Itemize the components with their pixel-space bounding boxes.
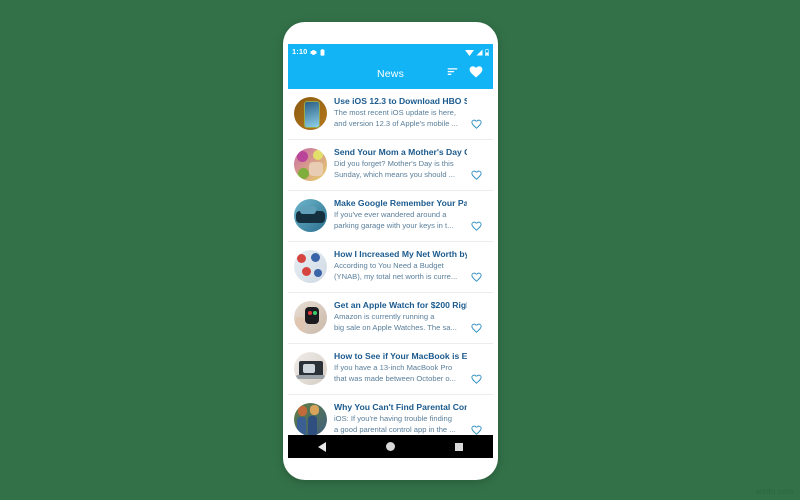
phone-frame: 1:10 News Use iOS 12.3 to Download HBO S… — [283, 22, 498, 480]
news-list-item[interactable]: Send Your Mom a Mother's Day Car... Did y… — [288, 140, 493, 191]
article-title: How to See if Your MacBook is Eligi... — [334, 351, 467, 361]
sort-filter-icon[interactable] — [446, 65, 459, 83]
article-text: Make Google Remember Your Park... If you'… — [334, 197, 467, 231]
article-text: Get an Apple Watch for $200 Right ... Ama… — [334, 299, 467, 333]
favorite-toggle-button[interactable] — [467, 248, 485, 290]
news-list[interactable]: Use iOS 12.3 to Download HBO Sho... The m… — [288, 89, 493, 458]
article-title: Use iOS 12.3 to Download HBO Sho... — [334, 96, 467, 106]
favorite-toggle-button[interactable] — [467, 146, 485, 188]
article-snippet-line-1: According to You Need a Budget — [334, 261, 444, 270]
article-thumbnail — [294, 199, 327, 232]
article-title: Why You Can't Find Parental Contro... — [334, 402, 467, 412]
article-text: Send Your Mom a Mother's Day Car... Did y… — [334, 146, 467, 180]
favorite-toggle-button[interactable] — [467, 95, 485, 137]
favorite-toggle-button[interactable] — [467, 350, 485, 392]
article-thumbnail — [294, 148, 327, 181]
status-bar: 1:10 — [288, 44, 493, 59]
nav-back-button[interactable] — [305, 435, 339, 458]
favorite-toggle-button[interactable] — [467, 197, 485, 239]
article-thumbnail — [294, 301, 327, 334]
article-snippet-line-1: iOS: If you're having trouble finding — [334, 414, 452, 423]
article-snippet-line-1: If you've ever wandered around a — [334, 210, 447, 219]
article-text: How to See if Your MacBook is Eligi... If… — [334, 350, 467, 384]
back-triangle-icon — [318, 441, 327, 452]
article-title: How I Increased My Net Worth by $... — [334, 249, 467, 259]
article-snippet-line-2: that was made between October o... — [334, 374, 456, 383]
home-circle-icon — [385, 442, 395, 451]
app-bar-actions — [446, 65, 493, 83]
heart-outline-icon — [470, 320, 482, 338]
article-title: Make Google Remember Your Park... — [334, 198, 467, 208]
article-snippet-line-1: The most recent iOS update is here, — [334, 108, 456, 117]
article-snippet-line-1: Did you forget? Mother's Day is this — [334, 159, 454, 168]
article-text: Why You Can't Find Parental Contro... iOS… — [334, 401, 467, 435]
article-snippet-line-2: Sunday, which means you should ... — [334, 170, 456, 179]
favorites-heart-icon[interactable] — [469, 65, 483, 83]
heart-outline-icon — [470, 116, 482, 134]
article-snippet-line-2: big sale on Apple Watches. The sa... — [334, 323, 457, 332]
article-snippet-line-1: Amazon is currently running a — [334, 312, 435, 321]
news-list-item[interactable]: Use iOS 12.3 to Download HBO Sho... The m… — [288, 89, 493, 140]
nav-home-button[interactable] — [373, 435, 407, 458]
article-snippet-line-2: (YNAB), my total net worth is curre... — [334, 272, 458, 281]
recents-square-icon — [454, 442, 463, 451]
navigation-bar — [288, 435, 493, 458]
news-list-item[interactable]: How I Increased My Net Worth by $... Acco… — [288, 242, 493, 293]
article-thumbnail — [294, 250, 327, 283]
status-time: 1:10 — [292, 46, 308, 56]
nav-recents-button[interactable] — [442, 435, 476, 458]
article-text: Use iOS 12.3 to Download HBO Sho... The m… — [334, 95, 467, 129]
article-thumbnail — [294, 403, 327, 436]
news-list-item[interactable]: Get an Apple Watch for $200 Right ... Ama… — [288, 293, 493, 344]
favorite-toggle-button[interactable] — [467, 299, 485, 341]
news-list-item[interactable]: How to See if Your MacBook is Eligi... If… — [288, 344, 493, 395]
article-title: Send Your Mom a Mother's Day Car... — [334, 147, 467, 157]
article-thumbnail — [294, 97, 327, 130]
heart-outline-icon — [470, 218, 482, 236]
article-snippet-line-2: parking garage with your keys in t... — [334, 221, 454, 230]
article-snippet-line-2: a good parental control app in the ... — [334, 425, 456, 434]
heart-outline-icon — [470, 371, 482, 389]
app-bar: News — [288, 59, 493, 89]
article-thumbnail — [294, 352, 327, 385]
heart-outline-icon — [470, 269, 482, 287]
phone-screen: 1:10 News Use iOS 12.3 to Download HBO S… — [288, 44, 493, 458]
heart-outline-icon — [470, 167, 482, 185]
article-snippet-line-1: If you have a 13-inch MacBook Pro — [334, 363, 453, 372]
news-list-item[interactable]: Make Google Remember Your Park... If you'… — [288, 191, 493, 242]
article-text: How I Increased My Net Worth by $... Acco… — [334, 248, 467, 282]
article-title: Get an Apple Watch for $200 Right ... — [334, 300, 467, 310]
watermark: wsdn.com — [755, 487, 794, 496]
article-snippet-line-2: and version 12.3 of Apple's mobile ... — [334, 119, 458, 128]
